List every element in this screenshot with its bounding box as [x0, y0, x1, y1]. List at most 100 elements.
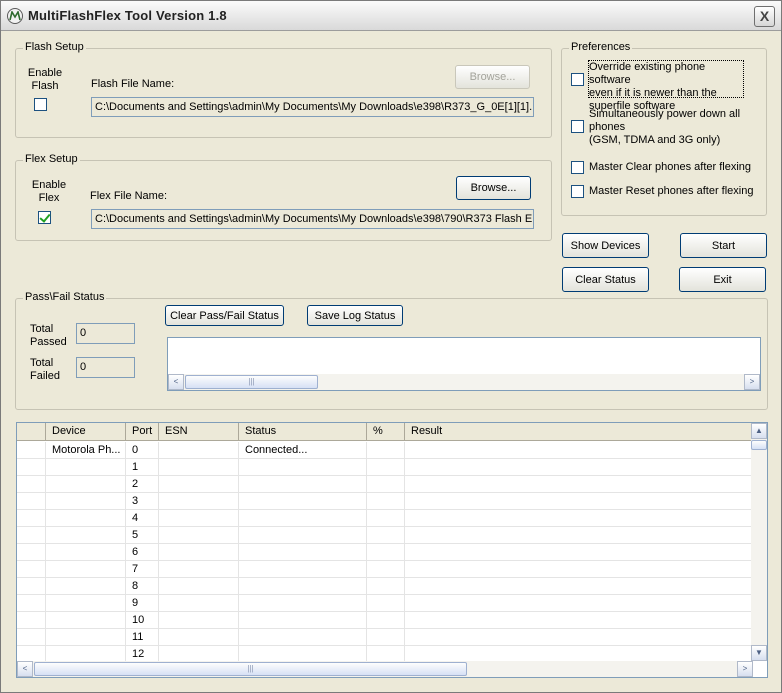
enable-flex-checkbox[interactable] — [38, 211, 51, 224]
cell-esn — [159, 612, 239, 629]
grid-horizontal-scrollbar[interactable]: < ||| > — [17, 661, 753, 677]
cell-port: 0 — [126, 442, 159, 459]
flex-file-label: Flex File Name: — [90, 190, 168, 202]
power-down-checkbox[interactable] — [571, 120, 584, 133]
cell-result — [405, 442, 753, 459]
cell-status: Connected... — [239, 442, 367, 459]
cell-row-selector — [17, 527, 46, 544]
exit-button[interactable]: Exit — [679, 267, 766, 292]
grid-scroll-right-icon[interactable]: > — [737, 661, 753, 677]
master-reset-label[interactable]: Master Reset phones after flexing — [589, 185, 753, 198]
log-scroll-right-icon[interactable]: > — [744, 374, 760, 390]
table-row[interactable]: 2 — [17, 476, 753, 493]
grid-header-esn[interactable]: ESN — [159, 423, 239, 441]
override-software-label[interactable]: Override existing phone software even if… — [588, 60, 744, 112]
cell-device — [46, 629, 126, 646]
cell-port: 11 — [126, 629, 159, 646]
cell-port: 8 — [126, 578, 159, 595]
flash-file-path-field[interactable]: C:\Documents and Settings\admin\My Docum… — [91, 97, 534, 117]
override-software-checkbox[interactable] — [571, 73, 584, 86]
cell-esn — [159, 459, 239, 476]
cell-status — [239, 595, 367, 612]
close-button[interactable]: X — [754, 6, 775, 27]
log-horizontal-scrollbar[interactable]: < ||| > — [168, 374, 760, 390]
grid-scroll-up-icon[interactable]: ▲ — [751, 423, 767, 439]
cell-status — [239, 459, 367, 476]
total-failed-field[interactable]: 0 — [76, 357, 135, 378]
grid-header-result[interactable]: Result — [405, 423, 753, 441]
cell-result — [405, 629, 753, 646]
log-scroll-thumb[interactable]: ||| — [185, 375, 318, 389]
log-output-box[interactable]: < ||| > — [167, 337, 761, 391]
flash-setup-group: Flash Setup — [15, 41, 552, 138]
flex-file-path-field[interactable]: C:\Documents and Settings\admin\My Docum… — [91, 209, 534, 229]
grid-scroll-down-icon[interactable]: ▼ — [751, 645, 767, 661]
grid-scroll-left-icon[interactable]: < — [17, 661, 33, 677]
table-row[interactable]: 8 — [17, 578, 753, 595]
app-window: MultiFlashFlex Tool Version 1.8 X Flash … — [0, 0, 782, 693]
cell-status — [239, 561, 367, 578]
cell-row-selector — [17, 629, 46, 646]
cell-esn — [159, 493, 239, 510]
cell-row-selector — [17, 510, 46, 527]
cell-row-selector — [17, 459, 46, 476]
clear-status-button[interactable]: Clear Status — [562, 267, 649, 292]
cell-device — [46, 476, 126, 493]
show-devices-button[interactable]: Show Devices — [562, 233, 649, 258]
flex-browse-button[interactable]: Browse... — [456, 176, 531, 200]
power-down-label[interactable]: Simultaneously power down all phones (GS… — [589, 108, 749, 147]
master-clear-checkbox[interactable] — [571, 161, 584, 174]
cell-row-selector — [17, 476, 46, 493]
table-row[interactable]: Motorola Ph... 0 Connected... — [17, 442, 753, 459]
grid-vscroll-thumb[interactable] — [751, 440, 767, 450]
total-passed-field[interactable]: 0 — [76, 323, 135, 344]
grid-header: Device Port ESN Status % Result — [17, 423, 753, 441]
cell-device — [46, 510, 126, 527]
table-row[interactable]: 11 — [17, 629, 753, 646]
grid-vertical-scrollbar[interactable]: ▲ ▼ — [751, 423, 767, 661]
cell-device — [46, 527, 126, 544]
cell-esn — [159, 629, 239, 646]
cell-status — [239, 527, 367, 544]
cell-status — [239, 493, 367, 510]
table-row[interactable]: 9 — [17, 595, 753, 612]
table-row[interactable]: 7 — [17, 561, 753, 578]
cell-percent — [367, 442, 405, 459]
start-button[interactable]: Start — [680, 233, 767, 258]
cell-percent — [367, 476, 405, 493]
pass-fail-title: Pass\Fail Status — [23, 291, 107, 303]
cell-esn — [159, 544, 239, 561]
cell-result — [405, 544, 753, 561]
table-row[interactable]: 3 — [17, 493, 753, 510]
grid-hscroll-thumb[interactable]: ||| — [34, 662, 467, 676]
cell-percent — [367, 459, 405, 476]
cell-status — [239, 578, 367, 595]
cell-port: 9 — [126, 595, 159, 612]
save-log-button[interactable]: Save Log Status — [307, 305, 403, 326]
table-row[interactable]: 4 — [17, 510, 753, 527]
cell-device: Motorola Ph... — [46, 442, 126, 459]
table-row[interactable]: 6 — [17, 544, 753, 561]
cell-device — [46, 612, 126, 629]
grid-header-port[interactable]: Port — [126, 423, 159, 441]
grid-header-status[interactable]: Status — [239, 423, 367, 441]
cell-esn — [159, 595, 239, 612]
table-row[interactable]: 1 — [17, 459, 753, 476]
cell-row-selector — [17, 544, 46, 561]
device-grid[interactable]: Device Port ESN Status % Result Motorola… — [16, 422, 768, 678]
flash-setup-title: Flash Setup — [23, 41, 86, 53]
enable-flash-checkbox[interactable] — [34, 98, 47, 111]
master-reset-checkbox[interactable] — [571, 185, 584, 198]
flash-browse-button[interactable]: Browse... — [455, 65, 530, 89]
master-clear-label[interactable]: Master Clear phones after flexing — [589, 161, 751, 174]
cell-port: 10 — [126, 612, 159, 629]
title-bar[interactable]: MultiFlashFlex Tool Version 1.8 X — [1, 1, 781, 31]
table-row[interactable]: 5 — [17, 527, 753, 544]
clear-pass-fail-button[interactable]: Clear Pass/Fail Status — [165, 305, 284, 326]
grid-header-device[interactable]: Device — [46, 423, 126, 441]
cell-esn — [159, 476, 239, 493]
preferences-title: Preferences — [569, 41, 633, 53]
grid-header-percent[interactable]: % — [367, 423, 405, 441]
table-row[interactable]: 10 — [17, 612, 753, 629]
log-scroll-left-icon[interactable]: < — [168, 374, 184, 390]
